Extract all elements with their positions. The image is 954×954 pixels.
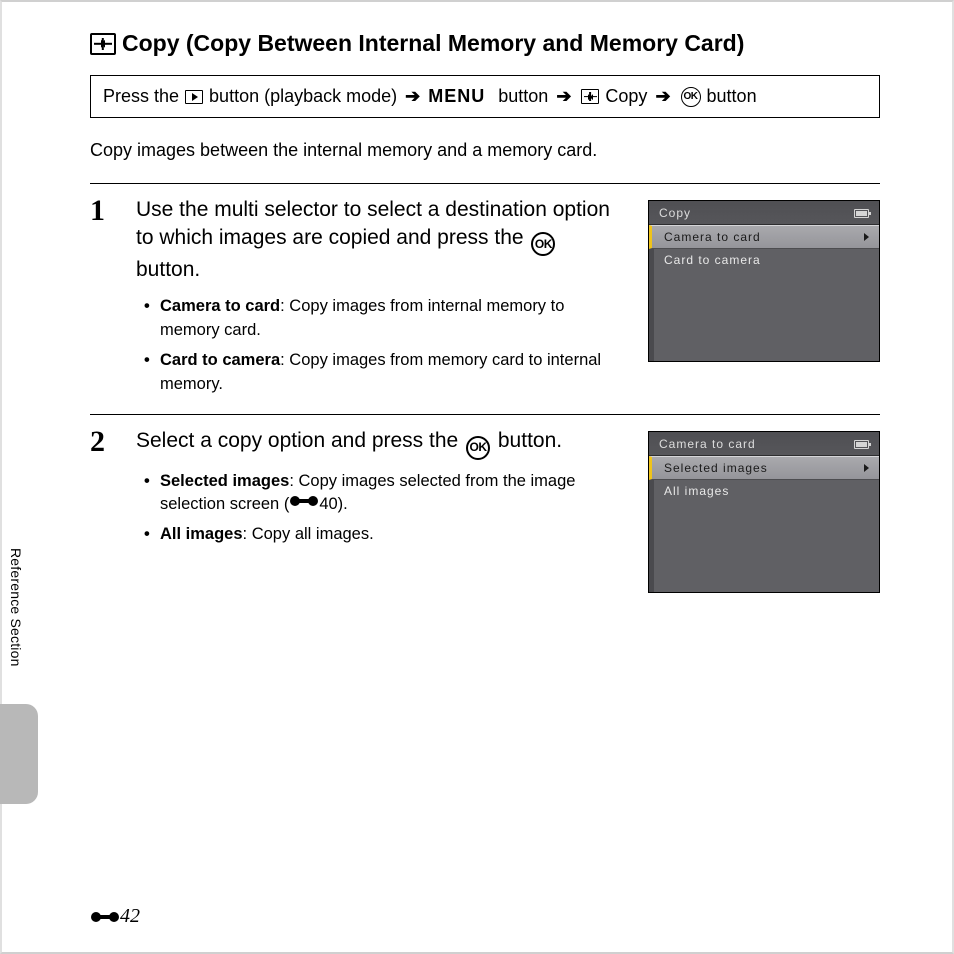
navigation-path-box: Press the button (playback mode) ➔ MENU …: [90, 75, 880, 118]
playback-note: button (playback mode): [209, 86, 397, 107]
list-item: Camera to card: Copy images from interna…: [160, 295, 626, 343]
camera-screen-camera-to-card: Camera to card Selected images All image…: [648, 431, 880, 593]
camera-screen-copy: Copy Camera to card Card to camera: [648, 200, 880, 402]
button-word: button: [707, 86, 757, 107]
battery-icon: [854, 209, 869, 218]
chevron-right-icon: [864, 464, 869, 472]
manual-page: Copy (Copy Between Internal Memory and M…: [90, 30, 880, 605]
arrow-icon: ➔: [655, 86, 670, 107]
list-item: Selected images: Copy images selected fr…: [160, 470, 626, 518]
button-word: button: [498, 86, 548, 107]
heading-text: Copy (Copy Between Internal Memory and M…: [122, 30, 744, 57]
chevron-right-icon: [864, 233, 869, 241]
ok-button-icon: OK: [466, 436, 490, 460]
page-number: 42: [90, 905, 140, 928]
copy-icon: [581, 89, 599, 104]
step-number: 2: [90, 427, 124, 593]
steps-list: 1 Use the multi selector to select a des…: [90, 183, 880, 605]
intro-text: Copy images between the internal memory …: [90, 140, 880, 161]
lcd-title: Camera to card: [659, 437, 756, 451]
list-item: Card to camera: Copy images from memory …: [160, 349, 626, 397]
arrow-icon: ➔: [556, 86, 571, 107]
section-tab: Reference Section: [0, 544, 38, 671]
arrow-icon: ➔: [405, 86, 420, 107]
ok-button-icon: OK: [681, 87, 701, 107]
copy-icon: [90, 33, 116, 55]
step-title: Use the multi selector to select a desti…: [136, 196, 626, 285]
lcd-title: Copy: [659, 206, 691, 220]
page-heading: Copy (Copy Between Internal Memory and M…: [90, 30, 880, 57]
copy-crumb-label: Copy: [605, 86, 647, 107]
reference-icon: [289, 493, 319, 509]
reference-icon: [90, 909, 120, 925]
lcd-option: All images: [654, 480, 879, 502]
step-2: 2 Select a copy option and press the OK …: [90, 415, 880, 605]
list-item: All images: Copy all images.: [160, 523, 626, 547]
ok-button-icon: OK: [531, 232, 555, 256]
menu-button-label: MENU: [428, 86, 485, 107]
press-label: Press the: [103, 86, 179, 107]
step-title: Select a copy option and press the OK bu…: [136, 427, 626, 459]
step-sub-list: Camera to card: Copy images from interna…: [136, 295, 626, 397]
step-sub-list: Selected images: Copy images selected fr…: [136, 470, 626, 548]
lcd-option-selected: Camera to card: [649, 225, 879, 249]
step-number: 1: [90, 196, 124, 402]
step-1: 1 Use the multi selector to select a des…: [90, 184, 880, 415]
thumb-tab: [0, 704, 38, 804]
lcd-option-selected: Selected images: [649, 456, 879, 480]
playback-icon: [185, 90, 203, 104]
battery-icon: [854, 440, 869, 449]
lcd-option: Card to camera: [654, 249, 879, 271]
